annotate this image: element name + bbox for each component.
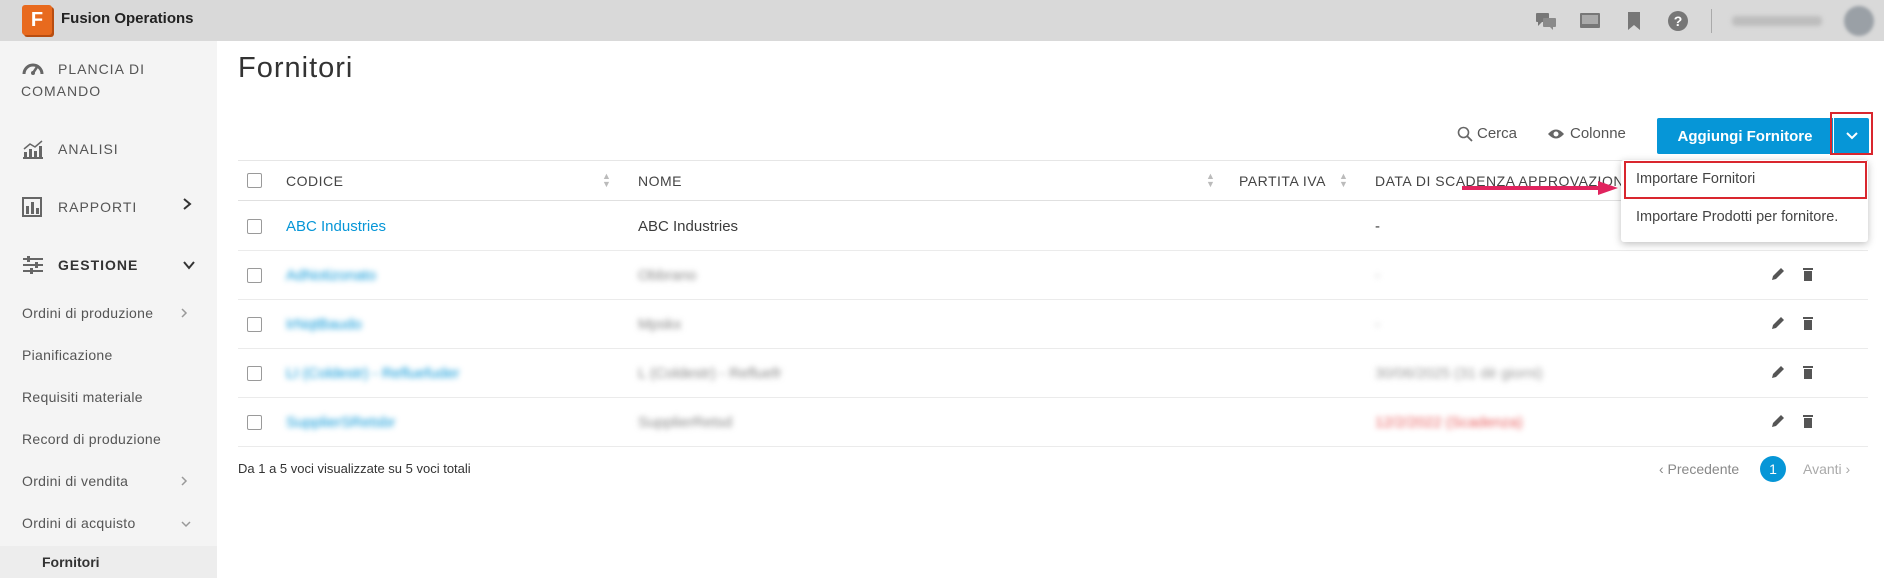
sidebar-item-fornitori[interactable]: Fornitori xyxy=(0,546,217,578)
bookmark-icon[interactable] xyxy=(1623,10,1645,32)
page-number-button[interactable]: 1 xyxy=(1760,456,1786,482)
sidebar-item-label: Fornitori xyxy=(42,554,100,570)
chevron-down-icon[interactable] xyxy=(182,257,196,273)
sidebar: PLANCIA DI COMANDO ANALISI RAPPORTI GEST… xyxy=(0,41,217,578)
pagination-info: Da 1 a 5 voci visualizzate su 5 voci tot… xyxy=(238,461,471,476)
help-icon[interactable]: ? xyxy=(1667,10,1689,32)
analytics-icon xyxy=(23,140,43,159)
delete-icon[interactable] xyxy=(1800,315,1816,331)
sidebar-item-label: ANALISI xyxy=(58,141,119,157)
row-checkbox[interactable] xyxy=(247,268,262,283)
supplier-code-link[interactable]: IrNqtBaudo xyxy=(286,316,362,333)
sidebar-item-rapporti[interactable]: RAPPORTI xyxy=(22,197,137,217)
expiry-date: - xyxy=(1375,218,1380,235)
edit-icon[interactable] xyxy=(1770,266,1786,282)
top-bar: F Fusion Operations ? xyxy=(0,0,1884,41)
supplier-code-link[interactable]: SupplierSRetsbr xyxy=(286,414,395,431)
sidebar-item-label: RAPPORTI xyxy=(58,199,138,215)
row-checkbox[interactable] xyxy=(247,219,262,234)
top-icons: ? xyxy=(1535,0,1884,41)
user-name[interactable] xyxy=(1732,15,1822,26)
logo-letter: F xyxy=(30,8,44,31)
supplier-name: L (Coldestr) - Refluefr xyxy=(638,365,782,382)
delete-icon[interactable] xyxy=(1800,266,1816,282)
expiry-date: 30/06/2025 (31 dè giorni) xyxy=(1375,365,1543,382)
delete-icon[interactable] xyxy=(1800,364,1816,380)
highlight-box xyxy=(1830,112,1873,155)
table-row: IrNqtBaudo Mpskx - xyxy=(238,300,1868,349)
sidebar-item-label: PLANCIA DI xyxy=(58,61,146,77)
edit-icon[interactable] xyxy=(1770,315,1786,331)
sidebar-item-requisiti[interactable]: Requisiti materiale xyxy=(22,389,143,405)
expiry-date: - xyxy=(1375,316,1380,333)
sidebar-item-record[interactable]: Record di produzione xyxy=(22,431,161,447)
sidebar-item-ordini-acquisto[interactable]: Ordini di acquisto xyxy=(22,515,136,531)
sidebar-item-label: GESTIONE xyxy=(58,257,139,273)
row-checkbox[interactable] xyxy=(247,366,262,381)
supplier-name: Obbrano xyxy=(638,267,697,284)
chevron-right-icon[interactable] xyxy=(182,197,192,214)
add-supplier-button[interactable]: Aggiungi Fornitore xyxy=(1657,118,1833,154)
search-icon xyxy=(1457,126,1473,142)
chevron-right-icon[interactable] xyxy=(180,475,188,490)
supplier-code-link[interactable]: LI (Coldestr) - Refluefuder xyxy=(286,365,459,382)
search-label: Cerca xyxy=(1477,125,1518,142)
supplier-code-link[interactable]: AdNotizonato xyxy=(286,267,376,284)
column-header-codice[interactable]: CODICE xyxy=(286,173,343,189)
edit-icon[interactable] xyxy=(1770,364,1786,380)
sidebar-item-analisi[interactable]: ANALISI xyxy=(22,139,119,159)
next-page-button[interactable]: Avanti › xyxy=(1803,461,1850,477)
menu-item-import-supplier-products[interactable]: Importare Prodotti per fornitore. xyxy=(1636,209,1838,225)
edit-icon[interactable] xyxy=(1770,413,1786,429)
dashboard-icon xyxy=(22,63,44,75)
expiry-date: 12/2/2022 (Scadenza) xyxy=(1375,414,1523,431)
row-checkbox[interactable] xyxy=(247,415,262,430)
supplier-name: ABC Industries xyxy=(638,218,739,235)
chat-icon[interactable] xyxy=(1535,10,1557,32)
delete-icon[interactable] xyxy=(1800,413,1816,429)
sidebar-item-ordini-produzione[interactable]: Ordini di produzione xyxy=(22,305,153,321)
topbar-separator xyxy=(1711,8,1712,33)
expiry-date: - xyxy=(1375,267,1380,284)
columns-button[interactable]: Colonne xyxy=(1547,125,1626,142)
screen-icon[interactable] xyxy=(1579,10,1601,32)
table-row: SupplierSRetsbr SupplierRetsd 12/2/2022 … xyxy=(238,398,1868,447)
table-row: LI (Coldestr) - Refluefuder L (Coldestr)… xyxy=(238,349,1868,398)
settings-sliders-icon xyxy=(23,256,43,274)
columns-label: Colonne xyxy=(1570,125,1626,142)
eye-icon xyxy=(1548,129,1564,138)
row-checkbox[interactable] xyxy=(247,317,262,332)
avatar[interactable] xyxy=(1844,5,1874,36)
reports-icon xyxy=(22,197,42,217)
sidebar-item-gestione[interactable]: GESTIONE xyxy=(22,255,138,275)
sort-icon[interactable]: ▲ ▼ xyxy=(1339,172,1348,189)
select-all-checkbox[interactable] xyxy=(247,173,262,188)
sidebar-item-ordini-vendita[interactable]: Ordini di vendita xyxy=(22,473,128,489)
app-title: Fusion Operations xyxy=(61,10,194,27)
app-logo[interactable]: F xyxy=(22,5,52,35)
menu-item-import-suppliers[interactable]: Importare Fornitori xyxy=(1636,171,1755,187)
sidebar-item-plancia[interactable]: PLANCIA DI COMANDO xyxy=(21,59,146,99)
supplier-name: SupplierRetsd xyxy=(638,414,733,431)
sidebar-item-pianificazione[interactable]: Pianificazione xyxy=(22,347,113,363)
search-button[interactable]: Cerca xyxy=(1457,125,1517,142)
table-row: AdNotizonato Obbrano - xyxy=(238,251,1868,300)
svg-text:?: ? xyxy=(1674,13,1683,29)
supplier-code-link[interactable]: ABC Industries xyxy=(286,218,386,235)
annotation-arrow-icon xyxy=(1462,181,1618,195)
sidebar-item-label-line2: COMANDO xyxy=(21,83,102,99)
chevron-down-icon[interactable] xyxy=(180,517,192,531)
column-header-partita-iva[interactable]: PARTITA IVA xyxy=(1239,173,1326,189)
previous-page-button[interactable]: ‹ Precedente xyxy=(1659,461,1739,477)
add-options-menu: Importare Fornitori Importare Prodotti p… xyxy=(1621,160,1868,242)
sort-icon[interactable]: ▲ ▼ xyxy=(602,172,611,189)
page-title: Fornitori xyxy=(238,52,354,84)
column-header-nome[interactable]: NOME xyxy=(638,173,682,189)
chevron-right-icon[interactable] xyxy=(180,307,188,322)
supplier-name: Mpskx xyxy=(638,316,682,333)
sort-icon[interactable]: ▲ ▼ xyxy=(1206,172,1215,189)
